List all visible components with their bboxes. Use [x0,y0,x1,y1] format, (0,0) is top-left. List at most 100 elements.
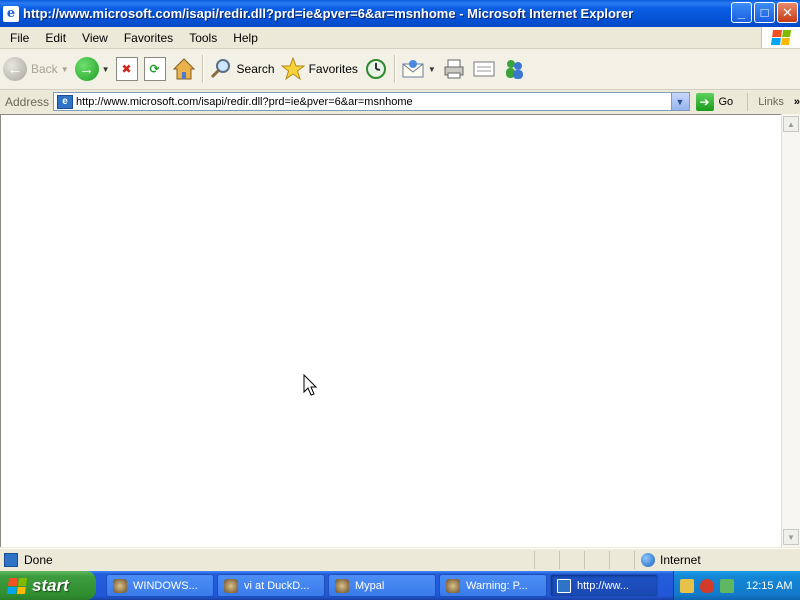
mouse-cursor-icon [303,374,318,396]
forward-dropdown-icon[interactable]: ▼ [102,65,110,74]
back-label: Back [31,62,58,76]
forward-button[interactable]: → ▼ [72,52,113,86]
task-label: WINDOWS... [133,579,198,592]
start-button[interactable]: start [0,571,96,600]
status-cell [534,550,559,569]
links-button[interactable]: Links [758,96,784,108]
menu-favorites[interactable]: Favorites [116,28,181,48]
browser-icon [446,578,460,593]
windows-flag-icon [6,577,28,594]
windows-logo-icon [761,27,800,48]
messenger-button[interactable] [499,52,529,86]
browser-icon [224,578,238,593]
network-icon[interactable] [680,578,694,593]
window-title: http://www.microsoft.com/isapi/redir.dll… [23,6,634,21]
favorites-label: Favorites [308,62,358,76]
stop-icon: ✖ [115,57,138,81]
status-cell [609,550,634,569]
internet-explorer-icon: e [3,5,19,22]
refresh-button[interactable]: ⟳ [141,52,169,86]
taskbar-tasks: WINDOWS... vi at DuckD... Mypal Warning:… [106,574,658,597]
page-content[interactable] [0,114,781,547]
address-input[interactable] [76,95,667,108]
address-label: Address [5,94,50,109]
stop-button[interactable]: ✖ [113,52,141,86]
back-button[interactable]: ← Back ▼ [0,52,72,86]
menu-help[interactable]: Help [225,28,266,48]
browser-icon [335,578,349,593]
security-zone: Internet [634,550,701,569]
history-button[interactable] [361,52,391,86]
taskbar-task-active[interactable]: http://ww... [550,574,658,597]
page-icon: e [57,94,74,109]
edit-button[interactable] [469,52,499,86]
internet-explorer-icon [557,578,571,593]
go-button[interactable]: ➔ Go [695,92,734,111]
back-dropdown-icon[interactable]: ▼ [61,65,69,74]
taskbar-task[interactable]: vi at DuckD... [217,574,325,597]
security-shield-icon[interactable] [700,578,714,593]
page-done-icon [4,552,18,567]
system-tray: 12:15 AM [673,571,800,600]
task-label: http://ww... [577,579,629,592]
maximize-button[interactable]: □ [754,2,775,23]
standard-toolbar: ← Back ▼ → ▼ ✖ ⟳ Search Favorites ▼ [0,49,800,90]
address-dropdown-icon[interactable]: ▼ [670,93,689,110]
zone-label: Internet [660,552,701,567]
close-button[interactable]: ✕ [777,2,798,23]
search-icon [210,59,230,79]
clock: 12:15 AM [746,579,793,592]
links-chevron-icon[interactable]: » [794,96,800,108]
update-icon[interactable] [720,578,734,593]
mail-icon [402,60,424,78]
status-cell [559,550,584,569]
links-separator [747,92,749,111]
start-label: start [32,575,69,595]
home-button[interactable] [169,52,199,86]
go-label: Go [718,95,734,108]
status-text: Done [24,552,53,567]
taskbar-task[interactable]: WINDOWS... [106,574,214,597]
minimize-button[interactable]: _ [731,2,752,23]
messenger-icon [505,60,523,79]
refresh-icon: ⟳ [143,57,166,81]
menu-file[interactable]: File [0,28,37,48]
browser-icon [113,578,127,593]
home-icon [172,58,195,80]
internet-globe-icon [641,552,655,567]
mail-dropdown-icon[interactable]: ▼ [428,65,436,74]
mail-button[interactable]: ▼ [398,52,439,86]
search-button[interactable]: Search [206,52,278,86]
toolbar-separator [201,55,203,83]
go-arrow-icon: ➔ [695,92,714,111]
menu-bar: File Edit View Favorites Tools Help [0,27,800,49]
menu-tools[interactable]: Tools [181,28,225,48]
status-bar: Done Internet [0,548,800,570]
task-label: vi at DuckD... [244,579,310,592]
address-box: e ▼ [53,92,690,111]
favorites-button[interactable]: Favorites [278,52,361,86]
scroll-up-icon[interactable]: ▲ [783,116,799,132]
menu-edit[interactable]: Edit [37,28,74,48]
taskbar-task[interactable]: Warning: P... [439,574,547,597]
scroll-down-icon[interactable]: ▼ [783,529,799,545]
address-bar: Address e ▼ ➔ Go Links » [0,90,800,113]
title-bar: e http://www.microsoft.com/isapi/redir.d… [0,0,800,27]
favorites-star-icon [280,57,305,81]
toolbar-separator [393,55,395,83]
search-label: Search [236,62,275,76]
print-button[interactable] [439,52,469,86]
vertical-scrollbar[interactable]: ▲ ▼ [781,114,800,547]
status-cell [584,550,609,569]
taskbar: start WINDOWS... vi at DuckD... Mypal Wa… [0,571,800,600]
task-label: Mypal [355,579,385,592]
history-icon [365,59,386,79]
edit-document-icon [473,61,495,77]
back-arrow-icon: ← [3,57,27,81]
task-label: Warning: P... [466,579,528,592]
printer-icon [444,59,464,79]
forward-arrow-icon: → [74,57,99,81]
taskbar-task[interactable]: Mypal [328,574,436,597]
menu-view[interactable]: View [74,28,116,48]
window-controls: _ □ ✕ [731,2,798,23]
